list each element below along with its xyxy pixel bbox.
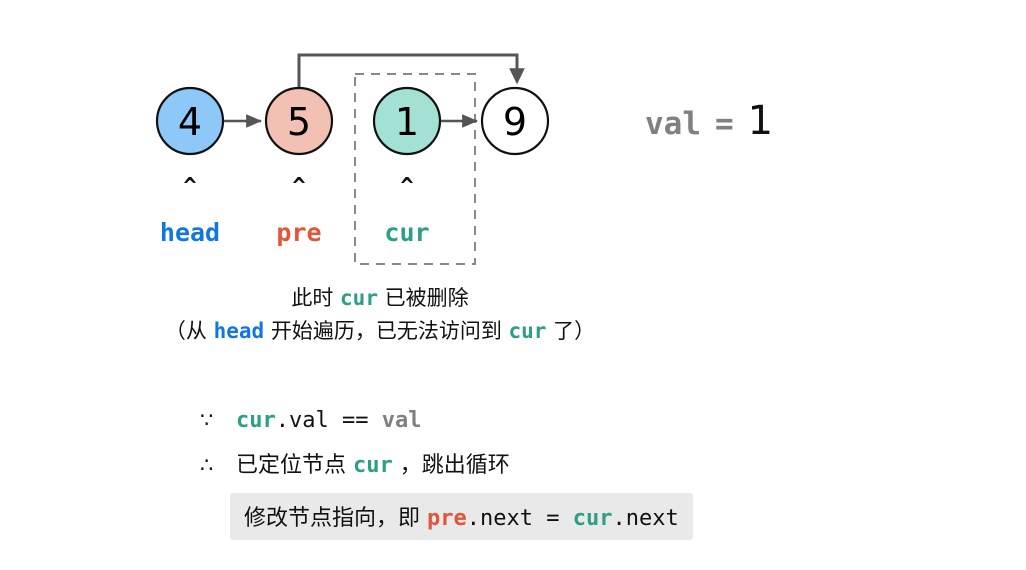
caption-line1-cur-token: cur: [340, 286, 378, 310]
caret-marker-head: ^: [183, 174, 197, 199]
reasoning-block: ∵ cur.val == val ∴ 已定位节点 cur ，跳出循环 修改节点指…: [200, 408, 900, 540]
row2-suffix: ，跳出循环: [392, 453, 510, 478]
caption-line2-suffix: 了）: [546, 318, 596, 343]
pointer-label-pre: pre: [276, 218, 322, 247]
caption-line2-prefix: （从: [164, 318, 214, 343]
row3-spacer1: [533, 506, 546, 531]
caption-line2-cur-token: cur: [508, 318, 547, 343]
therefore-symbol: ∴: [200, 453, 214, 477]
caption-line-2: （从 head 开始遍历，已无法访问到 cur 了）: [0, 315, 760, 348]
row3-pre-token: pre: [427, 506, 467, 531]
val-equals-sign: =: [715, 106, 734, 142]
reasoning-row2-statement: 已定位节点 cur ，跳出循环: [236, 447, 510, 479]
row3-cur-token: cur: [572, 506, 613, 531]
caret-marker-cur: ^: [400, 174, 414, 199]
caption-line2-middle: 开始遍历，已无法访问到: [264, 318, 509, 343]
node-circle-tail: [480, 86, 550, 156]
row1-dot-val: .val: [275, 408, 329, 433]
reasoning-row-action-wrapper: 修改节点指向，即 pre.next = cur.next: [200, 493, 900, 540]
row3-prefix: 修改节点指向，即: [244, 506, 427, 531]
node-value-9: 9: [503, 100, 527, 144]
node-value-4: 4: [178, 100, 202, 144]
pre-to-next-skip-arrow: [297, 53, 525, 88]
reasoning-row-therefore: ∴ 已定位节点 cur ，跳出循环: [200, 447, 900, 479]
caption-line1-prefix: 此时: [291, 286, 341, 310]
node-value-1: 1: [395, 100, 419, 144]
row1-spacer1: [329, 408, 342, 433]
val-value: 1: [747, 98, 774, 144]
val-annotation: val = 1: [645, 98, 773, 144]
row1-val-token: val: [381, 408, 422, 433]
node-circle-head: [155, 86, 225, 156]
reasoning-row1-expression: cur.val == val: [236, 408, 421, 433]
row2-cur-token: cur: [353, 453, 393, 478]
val-name-label: val: [645, 106, 701, 142]
caption-line-1: 此时 cur 已被删除: [0, 282, 760, 315]
row2-prefix: 已定位节点: [236, 453, 353, 478]
node-circle-cur: [372, 86, 442, 156]
caption-block: 此时 cur 已被删除 （从 head 开始遍历，已无法访问到 cur 了）: [0, 282, 760, 347]
row3-spacer2: [559, 506, 572, 531]
node-value-5: 5: [287, 100, 311, 144]
caption-line2-head-token: head: [213, 318, 265, 343]
pointer-label-cur: cur: [384, 218, 430, 247]
row1-equality-operator: ==: [341, 408, 369, 433]
caret-marker-pre: ^: [292, 174, 306, 199]
row3-dot-next-1: .next: [466, 506, 533, 531]
row1-cur-token: cur: [236, 408, 276, 433]
reasoning-row-because: ∵ cur.val == val: [200, 408, 900, 433]
row1-spacer2: [368, 408, 381, 433]
caption-line1-suffix: 已被删除: [377, 286, 469, 310]
row3-assign-operator: =: [546, 506, 560, 531]
node-circle-pre: [264, 86, 334, 156]
row3-dot-next-2: .next: [612, 506, 679, 531]
pointer-label-head: head: [159, 218, 221, 247]
because-symbol: ∵: [200, 408, 214, 432]
diagram-canvas: 4 5 1 9 ^ ^ ^ head pre cur val = 1 此时 cu…: [0, 0, 1026, 570]
highlighted-action-statement: 修改节点指向，即 pre.next = cur.next: [230, 493, 693, 540]
